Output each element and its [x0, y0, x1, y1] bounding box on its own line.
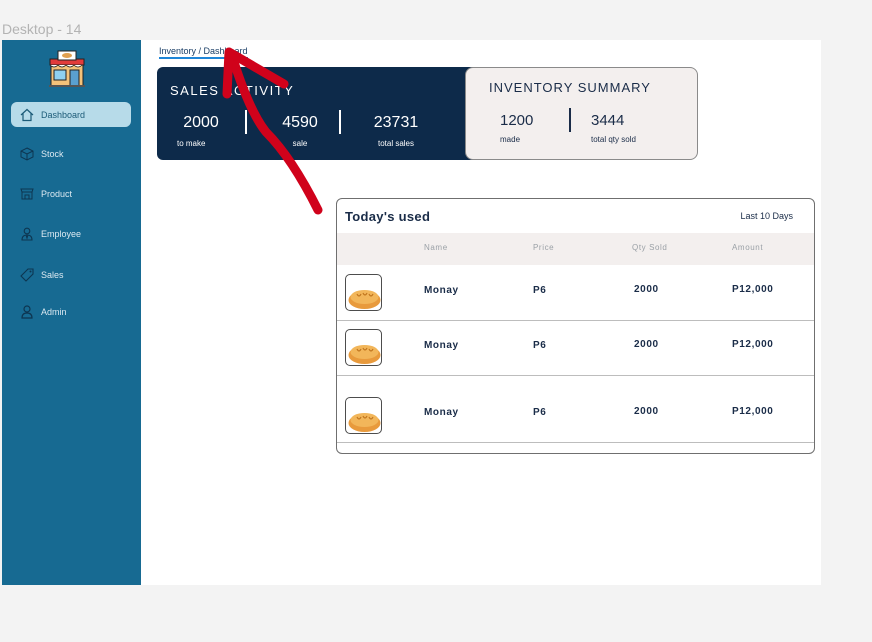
frame-label: Desktop - 14: [2, 21, 82, 37]
inventory-summary-title: INVENTORY SUMMARY: [489, 80, 651, 95]
table-header: Name Price Qty Sold Amount: [337, 233, 814, 265]
stat-value: 4590: [282, 114, 318, 131]
table-row[interactable]: Monay P6 2000 P12,000: [337, 321, 814, 376]
divider: [245, 110, 247, 134]
sidebar-item-product[interactable]: Product: [11, 181, 131, 206]
column-header-name: Name: [424, 243, 448, 252]
cell-name: Monay: [424, 285, 459, 296]
stat-value: 3444: [591, 112, 625, 129]
bread-thumbnail: [345, 329, 382, 366]
sales-activity-title: SALES ACTIVITY: [170, 83, 295, 98]
stat-label: sale: [292, 139, 308, 148]
sidebar-item-label: Product: [41, 188, 73, 199]
sidebar-item-label: Admin: [41, 306, 67, 317]
table-row[interactable]: Monay P6 2000 P12,000: [337, 265, 814, 321]
cell-amount: P12,000: [732, 284, 774, 295]
sidebar: Dashboard Stock Product Employee Sales A…: [2, 40, 141, 585]
sidebar-item-label: Employee: [41, 228, 82, 239]
stat-to-make: 2000 to make: [177, 114, 225, 148]
stat-value: 2000: [183, 114, 219, 131]
todays-used-table: Today's used Last 10 Days Name Price Qty…: [336, 198, 815, 454]
sidebar-item-employee[interactable]: Employee: [11, 221, 131, 246]
cell-name: Monay: [424, 407, 459, 418]
column-header-qty-sold: Qty Sold: [632, 243, 668, 252]
cell-price: P6: [533, 340, 547, 351]
stat-total-qty-sold: 3444 total qty sold: [591, 112, 661, 144]
sidebar-item-stock[interactable]: Stock: [11, 141, 131, 166]
stat-value: 23731: [373, 114, 419, 131]
sidebar-item-dashboard[interactable]: Dashboard: [11, 102, 131, 127]
user-icon: [19, 304, 34, 319]
sidebar-item-label: Sales: [41, 269, 64, 280]
sales-activity-card: SALES ACTIVITY 2000 to make 4590 sale 23…: [157, 67, 487, 160]
cell-qty: 2000: [634, 284, 659, 295]
cell-amount: P12,000: [732, 339, 774, 350]
cell-price: P6: [533, 285, 547, 296]
tag-icon: [19, 267, 34, 282]
todays-used-title: Today's used: [345, 209, 431, 224]
employee-icon: [19, 226, 34, 241]
cell-amount: P12,000: [732, 406, 774, 417]
bread-thumbnail: [345, 274, 382, 311]
dashboard-frame: Dashboard Stock Product Employee Sales A…: [2, 40, 821, 585]
cell-qty: 2000: [634, 339, 659, 350]
stat-label: total sales: [377, 139, 415, 148]
sidebar-item-label: Stock: [41, 148, 64, 159]
sidebar-item-label: Dashboard: [41, 109, 86, 120]
column-header-price: Price: [533, 243, 555, 252]
sidebar-item-sales[interactable]: Sales: [11, 262, 131, 287]
stat-value: 1200: [500, 112, 534, 129]
store-icon: [19, 186, 34, 201]
inventory-summary-card: INVENTORY SUMMARY 1200 made 3444 total q…: [465, 67, 698, 160]
cell-price: P6: [533, 407, 547, 418]
box-icon: [19, 146, 34, 161]
stat-label: made: [500, 135, 521, 144]
cell-name: Monay: [424, 340, 459, 351]
stat-made: 1200 made: [500, 112, 548, 144]
stat-sale: 4590 sale: [265, 114, 335, 148]
cell-qty: 2000: [634, 406, 659, 417]
divider: [339, 110, 341, 134]
stat-label: to make: [177, 139, 206, 148]
store-logo: [48, 50, 86, 88]
breadcrumb[interactable]: Inventory / Dashboard: [159, 46, 248, 59]
home-icon: [19, 107, 34, 122]
column-header-amount: Amount: [732, 243, 764, 252]
bread-thumbnail: [345, 397, 382, 434]
period-filter[interactable]: Last 10 Days: [740, 211, 793, 221]
divider: [569, 108, 571, 132]
stat-label: total qty sold: [591, 135, 636, 144]
stat-total-sales: 23731 total sales: [365, 114, 427, 148]
table-row[interactable]: Monay P6 2000 P12,000: [337, 376, 814, 443]
sidebar-item-admin[interactable]: Admin: [11, 299, 131, 324]
